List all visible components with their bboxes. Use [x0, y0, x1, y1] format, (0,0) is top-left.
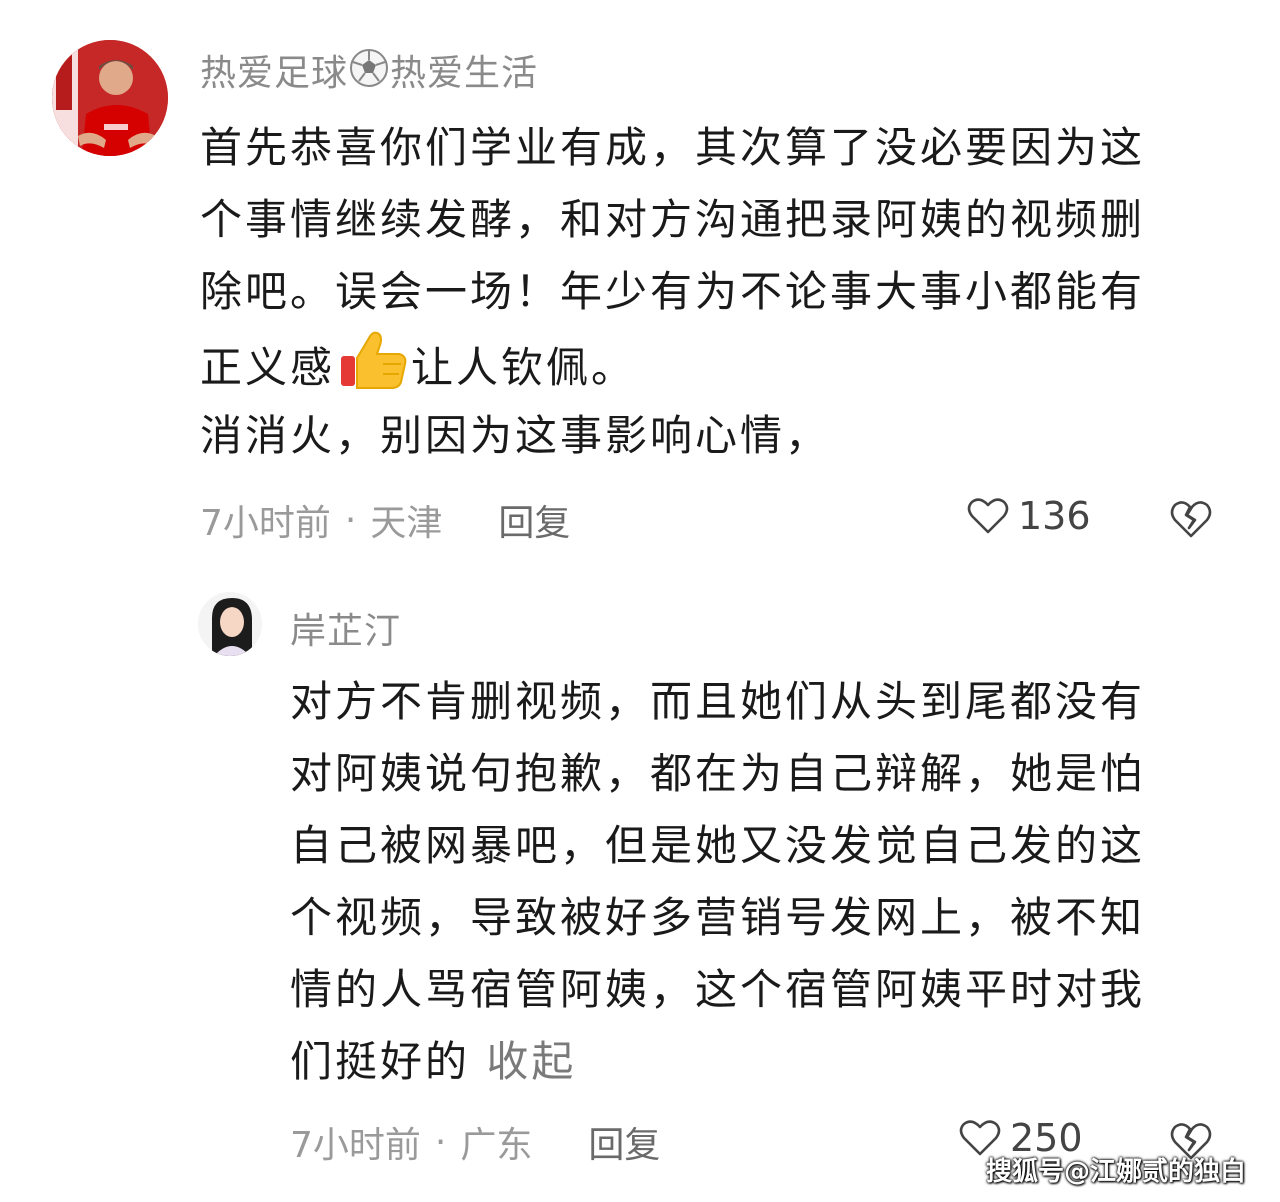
meta-separator: ·: [434, 1121, 447, 1163]
comment-line: 们挺好的 收起: [290, 1026, 1145, 1098]
username-suffix: 热爱生活: [390, 53, 539, 94]
username-text: 热爱足球: [200, 53, 349, 94]
meta-separator: ·: [344, 499, 357, 541]
comment-line: 个视频，导致被好多营销号发网上，被不知: [290, 893, 1146, 942]
broken-heart-icon: [1170, 501, 1212, 538]
soccer-ball-icon: [348, 47, 390, 98]
collapse-button[interactable]: 收起: [486, 1037, 576, 1086]
comment-line-text: 让人钦佩。: [411, 343, 637, 392]
like-button[interactable]: 136: [966, 494, 1091, 538]
comment-line: 除吧。误会一场！年少有为不论事大事小都能有: [200, 267, 1146, 316]
source-watermark: 搜狐号@江娜贰的独白: [985, 1157, 1246, 1187]
comment-body: 首先恭喜你们学业有成，其次算了没必要因为这 个事情继续发酵，和对方沟通把录阿姨的…: [200, 112, 1145, 472]
girl-avatar-icon: [198, 592, 262, 656]
dislike-button[interactable]: [1168, 496, 1214, 544]
comment-time: 7小时前: [200, 503, 331, 544]
like-count: 136: [1018, 494, 1091, 538]
user-avatar[interactable]: [198, 592, 262, 656]
comment-line: 自己被网暴吧，但是她又没发觉自己发的这: [290, 821, 1146, 870]
comment-line: 个事情继续发酵，和对方沟通把录阿姨的视频删: [200, 195, 1146, 244]
comment-line: 正义感 让人钦佩。: [200, 328, 1145, 400]
comment-meta: 7小时前 · 广东 回复: [290, 1116, 660, 1168]
comment-meta: 7小时前 · 天津 回复: [200, 494, 570, 546]
comment-body: 对方不肯删视频，而且她们从头到尾都没有 对阿姨说句抱歉，都在为自己辩解，她是怕 …: [290, 666, 1145, 1098]
heart-icon: [967, 498, 1009, 534]
comment-location: 天津: [370, 503, 443, 544]
reply-button[interactable]: 回复: [498, 494, 570, 546]
username[interactable]: 热爱足球 热爱生活: [200, 44, 538, 98]
username-text: 岸芷汀: [290, 611, 402, 652]
user-avatar[interactable]: [52, 40, 168, 156]
comment-time: 7小时前: [290, 1125, 421, 1166]
comment-line: 情的人骂宿管阿姨，这个宿管阿姨平时对我: [290, 965, 1146, 1014]
comment-line-text: 们挺好的: [290, 1037, 471, 1086]
comment-thread: 热爱足球 热爱生活 首先恭喜你们学业有成，其次算了没必要因为这 个事情继续发酵，和…: [0, 0, 1280, 1202]
comment-line-text: 正义感: [200, 343, 336, 392]
football-player-avatar-icon: [52, 40, 168, 156]
comment-line: 对方不肯删视频，而且她们从头到尾都没有: [290, 677, 1146, 726]
comment-location: 广东: [460, 1125, 533, 1166]
comment-line: 首先恭喜你们学业有成，其次算了没必要因为这: [200, 123, 1146, 172]
comment-line: 对阿姨说句抱歉，都在为自己辩解，她是怕: [290, 749, 1146, 798]
username[interactable]: 岸芷汀: [290, 602, 401, 654]
comment-line: 消消火，别因为这事影响心情，: [200, 411, 831, 460]
reply-button[interactable]: 回复: [588, 1116, 660, 1168]
